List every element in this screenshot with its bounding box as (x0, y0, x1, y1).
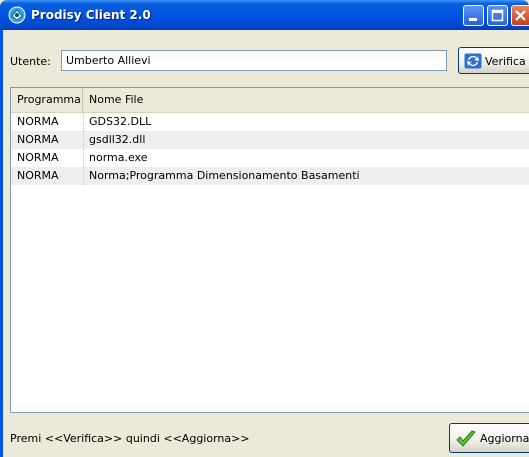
table-row[interactable]: NORMA norma.exe (11, 149, 529, 167)
verify-button[interactable]: Verifica (458, 47, 529, 74)
table-row[interactable]: NORMA GDS32.DLL (11, 113, 529, 131)
maximize-button[interactable] (487, 5, 508, 26)
cell-nome-file: gsdll32.dll (83, 131, 145, 149)
close-button[interactable] (511, 5, 529, 26)
column-header-nome-file[interactable]: Nome File (83, 88, 529, 111)
minimize-button[interactable] (463, 5, 484, 26)
maximize-icon (491, 9, 504, 22)
file-list[interactable]: Programma Nome File NORMA GDS32.DLL NORM… (10, 87, 529, 413)
cell-nome-file: norma.exe (83, 149, 148, 167)
cell-programma: NORMA (17, 169, 59, 182)
file-list-body: NORMA GDS32.DLL NORMA gsdll32.dll NORMA … (11, 113, 529, 185)
cell-programma: NORMA (17, 151, 59, 164)
update-button[interactable]: Aggiorna (449, 423, 529, 453)
verify-button-label: Verifica (485, 55, 526, 68)
prodisy-app-icon (8, 6, 26, 24)
close-icon (515, 10, 526, 21)
status-text: Premi <<Verifica>> quindi <<Aggiorna>> (10, 432, 250, 445)
user-input[interactable] (61, 50, 447, 71)
update-button-label: Aggiorna (480, 432, 529, 445)
user-label: Utente: (10, 55, 51, 68)
title-bar[interactable]: Prodisy Client 2.0 (0, 0, 529, 30)
cell-nome-file: GDS32.DLL (83, 113, 151, 131)
window-title: Prodisy Client 2.0 (31, 8, 151, 22)
checkmark-icon (456, 430, 476, 447)
file-list-header: Programma Nome File (11, 88, 529, 113)
table-row[interactable]: NORMA gsdll32.dll (11, 131, 529, 149)
minimize-icon (469, 18, 477, 21)
cell-programma: NORMA (17, 115, 59, 128)
window-frame-left (0, 30, 3, 457)
refresh-icon (464, 53, 482, 69)
cell-nome-file: Norma;Programma Dimensionamento Basament… (83, 167, 360, 185)
cell-programma: NORMA (17, 133, 59, 146)
column-header-programma[interactable]: Programma (11, 88, 83, 111)
table-row[interactable]: NORMA Norma;Programma Dimensionamento Ba… (11, 167, 529, 185)
